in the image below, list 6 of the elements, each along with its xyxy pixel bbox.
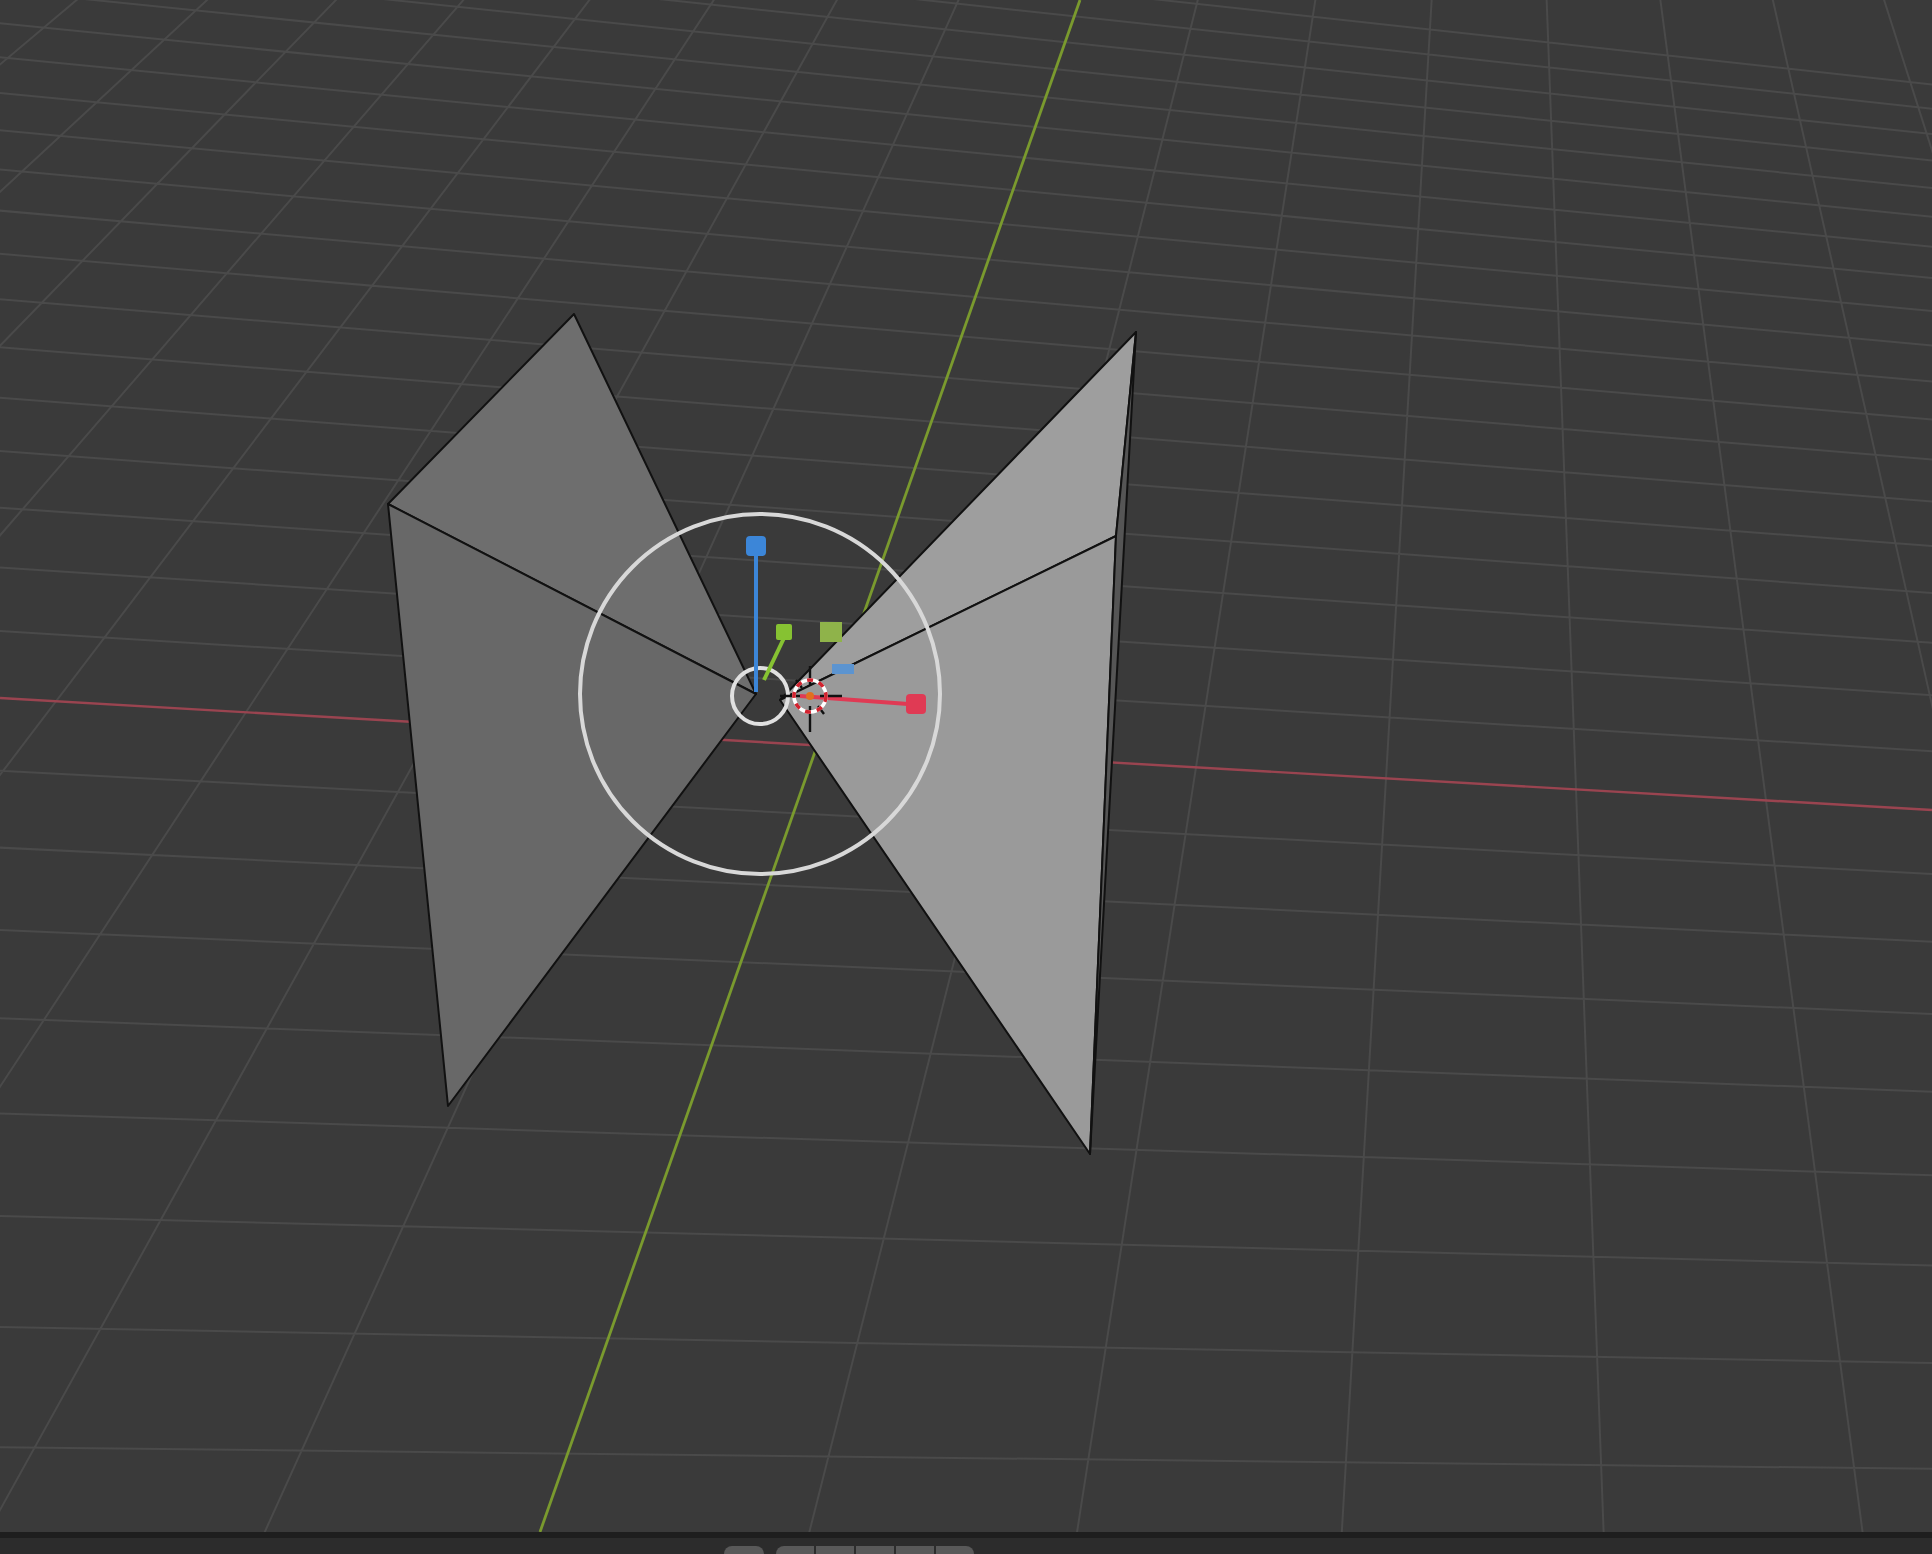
mesh-drawing[interactable] — [387, 313, 1137, 1155]
toolbar-button[interactable] — [724, 1546, 764, 1554]
3d-cursor-icon — [778, 664, 844, 734]
toolbar-button[interactable] — [936, 1546, 974, 1554]
toolbar-button[interactable] — [776, 1546, 814, 1554]
transform-gizmo-drawing[interactable] — [578, 512, 942, 876]
